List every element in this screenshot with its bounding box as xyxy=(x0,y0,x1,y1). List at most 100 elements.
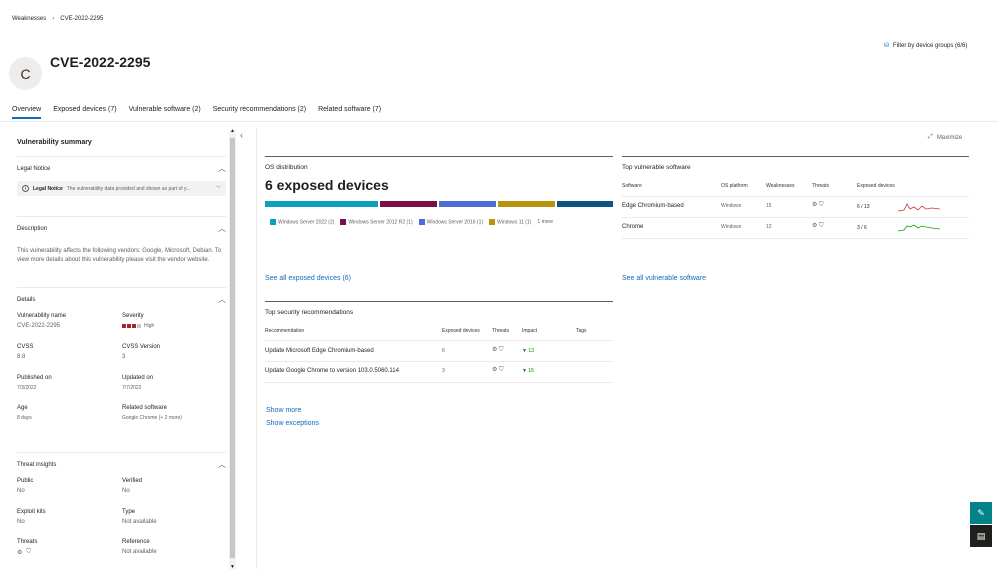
recommendation-name: Update Google Chrome to version 103.0.50… xyxy=(265,368,399,374)
trend-sparkline xyxy=(898,203,940,212)
tab-security-recommendations[interactable]: Security recommendations (2) xyxy=(213,106,306,119)
software-weaknesses: 12 xyxy=(766,224,772,230)
legend-swatch xyxy=(418,219,425,225)
legal-notice-banner[interactable]: i Legal Notice The vulnerability data pr… xyxy=(17,181,226,196)
threat-public: Public No xyxy=(17,478,34,494)
os-legend-item[interactable]: 1 more xyxy=(537,219,553,225)
show-more-link[interactable]: Show more xyxy=(266,407,301,414)
col-rec-impact[interactable]: Impact xyxy=(522,328,537,334)
col-rec-threats[interactable]: Threats xyxy=(492,328,509,334)
os-bar-segment[interactable] xyxy=(380,201,437,207)
maximize-button[interactable]: ⤢ Maximize xyxy=(928,134,962,141)
chevron-up-icon[interactable]: ︿ xyxy=(218,223,226,234)
description-title: Description xyxy=(17,225,48,232)
os-card-border xyxy=(265,156,613,157)
os-legend-item[interactable]: Windows Server 2016 (1) xyxy=(418,219,484,226)
collapse-panel-icon[interactable]: ‹ xyxy=(240,130,243,140)
os-legend: Windows Server 2022 (2) Windows Server 20… xyxy=(270,219,553,225)
help-button[interactable]: ✎ xyxy=(970,502,992,524)
os-bar-segment[interactable] xyxy=(265,201,379,207)
top-vulnerable-software-title: Top vulnerable software xyxy=(622,164,691,171)
legal-notice-bold: Legal Notice xyxy=(33,185,63,192)
chat-icon: ▤ xyxy=(976,530,986,541)
legal-notice-title: Legal Notice xyxy=(17,165,51,172)
details-title: Details xyxy=(17,296,36,303)
bug-icon: ⚙ xyxy=(17,550,23,556)
filter-icon: ⛁ xyxy=(884,43,890,49)
col-software[interactable]: Software xyxy=(622,183,642,189)
breadcrumb-parent[interactable]: Weaknesses xyxy=(12,16,46,22)
col-recommendation[interactable]: Recommendation xyxy=(265,328,304,334)
detail-published: Published on 7/3/2022 xyxy=(17,375,52,391)
feedback-button[interactable]: ▤ xyxy=(970,525,992,547)
legend-swatch xyxy=(270,219,276,225)
panel-divider xyxy=(256,128,257,569)
severity-value: High xyxy=(144,323,155,329)
summary-title: Vulnerability summary xyxy=(17,139,92,146)
rec-impact: ▼ 13 xyxy=(522,348,534,354)
tab-divider xyxy=(0,121,998,122)
table-row[interactable]: Chrome Windows 12 ⚙ ⛉ 3 / 6 xyxy=(622,218,969,238)
threat-type: Type Not available xyxy=(122,509,157,525)
chevron-up-icon[interactable]: ︿ xyxy=(218,294,226,305)
severity-bars-icon xyxy=(122,324,141,328)
detail-vuln-name: Vulnerability name CVE-2022-2295 xyxy=(17,313,67,329)
chevron-right-icon: › xyxy=(52,16,55,22)
table-row[interactable]: Edge Chromium-based Windows 15 ⚙ ⛉ 6 / 1… xyxy=(622,197,969,217)
table-row[interactable]: Update Microsoft Edge Chromium-based 6 ⚙… xyxy=(265,341,613,361)
col-threats[interactable]: Threats xyxy=(812,183,829,189)
detail-cvss: CVSS 8.8 xyxy=(17,344,34,360)
legal-notice-section[interactable]: Legal Notice ︿ xyxy=(17,156,226,174)
detail-cvss-version: CVSS Version 3 xyxy=(122,344,161,360)
os-legend-item[interactable]: Windows Server 2022 (2) xyxy=(270,219,334,225)
threat-threats: Threats ⚙ ⛉ xyxy=(17,539,38,556)
os-bar-segment[interactable] xyxy=(439,201,496,207)
table-row[interactable]: Update Google Chrome to version 103.0.50… xyxy=(265,362,613,382)
page-title: CVE-2022-2295 xyxy=(50,54,151,70)
threat-insights-section: Threat insights ︿ xyxy=(17,452,226,470)
software-exposed: 6 / 13 xyxy=(857,204,870,210)
left-panel-scrollbar[interactable]: ▲ ▼ xyxy=(229,128,236,569)
software-exposed: 3 / 6 xyxy=(857,225,867,231)
col-rec-tags[interactable]: Tags xyxy=(576,328,587,334)
col-rec-exposed[interactable]: Exposed devices xyxy=(442,328,480,334)
os-legend-item[interactable]: Windows 11 (1) xyxy=(489,219,531,225)
top-security-recommendations-title: Top security recommendations xyxy=(265,309,354,316)
tab-overview[interactable]: Overview xyxy=(12,106,42,119)
legend-label: Windows 11 (1) xyxy=(497,219,532,226)
software-name: Chrome xyxy=(622,224,644,230)
chevron-down-icon[interactable]: ﹀ xyxy=(216,185,221,192)
col-exposed-devices[interactable]: Exposed devices xyxy=(857,183,895,189)
info-icon: i xyxy=(22,185,29,192)
col-weaknesses[interactable]: Weaknesses xyxy=(766,183,795,189)
help-icon: ✎ xyxy=(977,507,985,518)
os-legend-item[interactable]: Windows Server 2012 R2 (1) xyxy=(340,219,413,226)
filter-label: Filter by device groups (6/6) xyxy=(893,42,968,49)
recommendation-name: Update Microsoft Edge Chromium-based xyxy=(265,348,374,354)
scroll-down-icon[interactable]: ▼ xyxy=(230,564,235,569)
tab-related-software[interactable]: Related software (7) xyxy=(318,106,381,119)
col-os-platform[interactable]: OS platform xyxy=(721,183,748,189)
see-all-exposed-devices-link[interactable]: See all exposed devices (6) xyxy=(265,275,351,282)
chevron-up-icon[interactable]: ︿ xyxy=(218,163,226,174)
see-all-vulnerable-software-link[interactable]: See all vulnerable software xyxy=(622,275,706,282)
chevron-up-icon[interactable]: ︿ xyxy=(218,459,226,470)
filter-device-groups-button[interactable]: ⛁ Filter by device groups (6/6) xyxy=(884,42,968,50)
scrollbar-thumb[interactable] xyxy=(230,138,235,558)
software-card-border xyxy=(622,156,969,157)
tab-vulnerable-software[interactable]: Vulnerable software (2) xyxy=(129,106,201,119)
os-bar-segment[interactable] xyxy=(497,201,555,207)
legend-label: Windows Server 2016 (1) xyxy=(426,219,484,226)
tab-exposed-devices[interactable]: Exposed devices (7) xyxy=(53,106,116,119)
software-os: Windows xyxy=(721,203,742,209)
scroll-up-icon[interactable]: ▲ xyxy=(230,128,235,134)
rec-impact: ▼ 15 xyxy=(522,368,534,374)
os-bar-segment[interactable] xyxy=(556,201,613,207)
maximize-icon: ⤢ xyxy=(928,134,933,140)
show-exceptions-link[interactable]: Show exceptions xyxy=(266,420,319,427)
threat-insights-title: Threat insights xyxy=(17,461,57,468)
legend-label: Windows Server 2012 R2 (1) xyxy=(348,219,413,226)
software-os: Windows xyxy=(721,224,742,230)
detail-related-software: Related software Google Chrome (+ 2 more… xyxy=(122,405,182,421)
bug-icon: ⚙ ⛉ xyxy=(812,223,824,229)
